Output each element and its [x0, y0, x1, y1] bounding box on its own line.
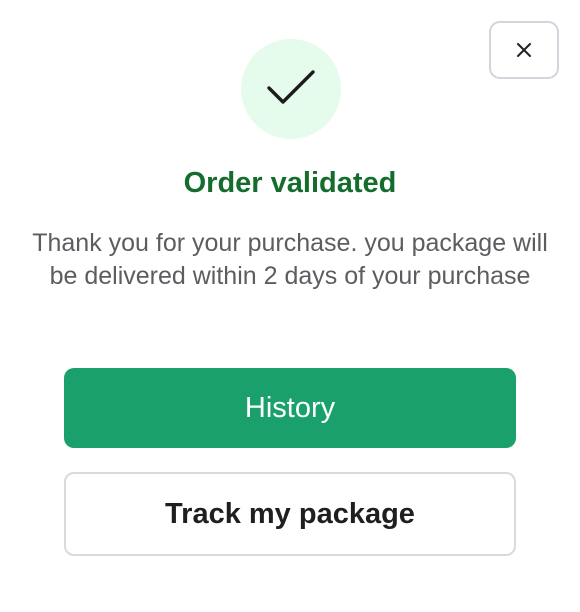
history-button[interactable]: History	[64, 368, 516, 448]
close-button[interactable]	[489, 21, 559, 79]
dialog-title: Order validated	[183, 167, 397, 199]
close-icon	[516, 42, 532, 58]
dialog-message: Thank you for your purchase. you package…	[32, 229, 548, 290]
checkmark-icon	[266, 68, 316, 111]
track-package-button[interactable]: Track my package	[64, 472, 516, 556]
success-badge	[241, 39, 341, 139]
